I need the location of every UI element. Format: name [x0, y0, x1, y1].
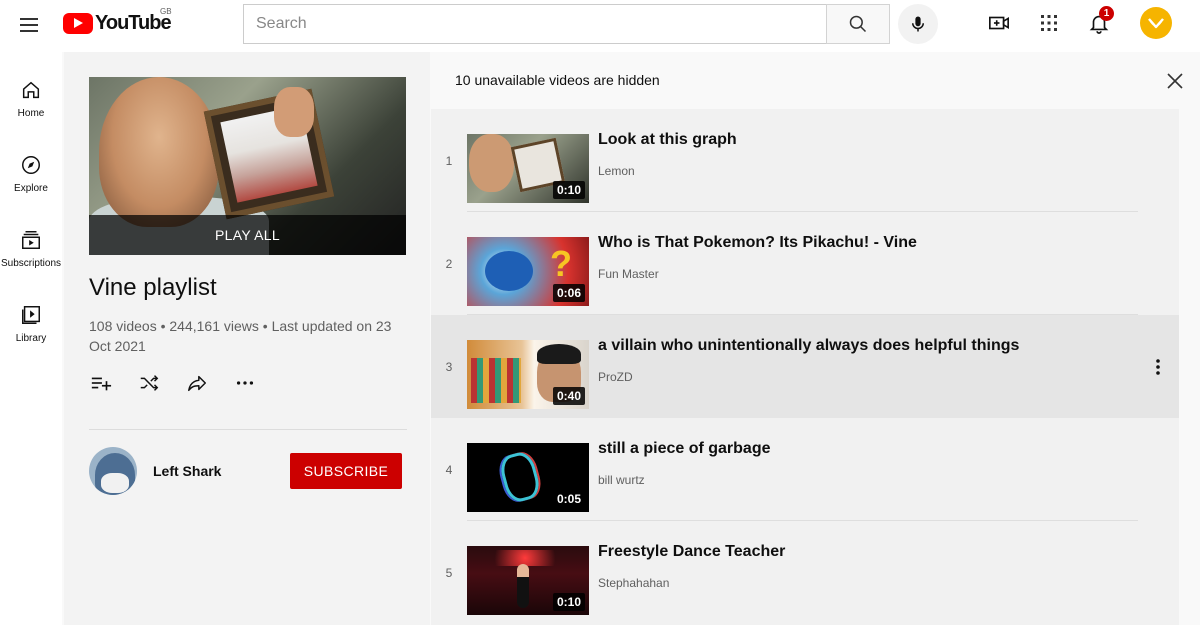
youtube-play-icon	[63, 12, 93, 34]
video-duration: 0:05	[552, 490, 585, 508]
guide-item-home[interactable]: Home	[0, 60, 62, 120]
thumbnail-image	[497, 449, 543, 505]
thumbnail-image	[485, 251, 533, 291]
divider	[89, 429, 407, 430]
thumbnail-image	[537, 344, 581, 364]
video-thumbnail[interactable]: 0:10	[467, 546, 589, 615]
guide-item-label: Subscriptions	[0, 258, 62, 269]
guide-item-explore[interactable]: Explore	[0, 135, 62, 195]
video-title[interactable]: Look at this graph	[598, 131, 737, 149]
video-title[interactable]: still a piece of garbage	[598, 440, 771, 458]
apps-grid-icon	[1041, 15, 1057, 31]
video-channel[interactable]: Fun Master	[598, 267, 659, 281]
playlist-video-list: 10 unavailable videos are hidden 1 0:10 …	[431, 52, 1200, 625]
video-index: 1	[445, 153, 453, 168]
guide-item-library[interactable]: Library	[0, 285, 62, 345]
home-icon	[19, 78, 43, 102]
video-title[interactable]: a villain who unintentionally always doe…	[598, 337, 1019, 355]
owner-name[interactable]: Left Shark	[153, 463, 221, 479]
notifications-button[interactable]: 1	[1086, 6, 1114, 36]
play-all-button[interactable]: PLAY ALL	[89, 215, 406, 255]
search-button[interactable]	[826, 4, 890, 44]
account-avatar-icon	[1148, 18, 1164, 29]
guide-item-subscriptions[interactable]: Subscriptions	[0, 210, 62, 270]
video-duration: 0:10	[552, 181, 585, 199]
owner-avatar[interactable]	[89, 447, 137, 495]
guide-item-label: Library	[15, 333, 47, 344]
playlist-video-row[interactable]: 4 0:05 still a piece of garbage bill wur…	[431, 418, 1179, 521]
close-icon	[1167, 73, 1183, 89]
video-channel[interactable]: Lemon	[598, 164, 635, 178]
thumbnail-image	[469, 134, 514, 192]
more-horizontal-icon	[236, 381, 254, 385]
add-to-queue-icon	[91, 377, 112, 391]
search-bar	[243, 4, 890, 44]
library-icon	[19, 303, 43, 327]
shuffle-icon	[140, 375, 159, 391]
video-channel[interactable]: Stephahahan	[598, 576, 669, 590]
subscribe-button[interactable]: SUBSCRIBE	[290, 453, 402, 489]
guide-item-label: Explore	[14, 183, 48, 194]
shuffle-button[interactable]	[137, 371, 161, 395]
video-list-body: 1 0:10 Look at this graph Lemon 2 ? 0:06…	[431, 109, 1179, 625]
thumbnail-image	[517, 564, 529, 608]
thumbnail-image	[99, 77, 219, 227]
video-menu-button[interactable]	[1148, 355, 1168, 379]
playlist-video-row[interactable]: 1 0:10 Look at this graph Lemon	[431, 109, 1179, 212]
playlist-video-row[interactable]: 3 0:40 a villain who unintentionally alw…	[431, 315, 1179, 418]
video-thumbnail[interactable]: ? 0:06	[467, 237, 589, 306]
playlist-title: Vine playlist	[89, 274, 217, 301]
search-input[interactable]	[243, 4, 826, 44]
save-playlist-button[interactable]	[89, 371, 113, 395]
video-index: 5	[445, 565, 453, 580]
shark-avatar-image	[101, 473, 129, 493]
video-index: 3	[445, 359, 453, 374]
guide-sidebar: Home Explore Subscriptions Library	[0, 52, 62, 625]
voice-search-button[interactable]	[898, 4, 938, 44]
video-thumbnail[interactable]: 0:10	[467, 134, 589, 203]
playlist-actions	[89, 370, 257, 396]
share-button[interactable]	[185, 371, 209, 395]
close-notice-button[interactable]	[1164, 70, 1186, 92]
create-video-icon	[989, 16, 1009, 30]
video-channel[interactable]: bill wurtz	[598, 473, 645, 487]
search-icon	[849, 15, 867, 33]
video-channel[interactable]: ProZD	[598, 370, 633, 384]
video-index: 2	[445, 256, 453, 271]
notification-badge: 1	[1099, 6, 1114, 21]
thumbnail-image: ?	[550, 243, 572, 284]
microphone-icon	[912, 16, 924, 32]
subscriptions-icon	[19, 228, 43, 252]
thumbnail-image	[274, 87, 314, 137]
video-duration: 0:06	[552, 284, 585, 302]
playlist-video-row[interactable]: 5 0:10 Freestyle Dance Teacher Stephahah…	[431, 521, 1179, 624]
playlist-thumbnail[interactable]: PLAY ALL	[89, 77, 406, 255]
video-thumbnail[interactable]: 0:05	[467, 443, 589, 512]
video-thumbnail[interactable]: 0:40	[467, 340, 589, 409]
video-duration: 0:10	[552, 593, 585, 611]
menu-icon[interactable]	[14, 10, 44, 40]
apps-button[interactable]	[1036, 10, 1062, 36]
thumbnail-image	[203, 88, 335, 220]
more-actions-button[interactable]	[233, 371, 257, 395]
account-avatar[interactable]	[1140, 7, 1172, 39]
compass-icon	[19, 153, 43, 177]
playlist-stats: 108 videos • 244,161 views • Last update…	[89, 318, 392, 354]
video-duration: 0:40	[552, 387, 585, 405]
playlist-sidebar: PLAY ALL Vine playlist 108 videos • 244,…	[64, 52, 430, 625]
thumbnail-image	[471, 358, 521, 403]
masthead: YouTube GB 1	[0, 0, 1200, 52]
video-index: 4	[445, 462, 453, 477]
logo-region: GB	[160, 7, 172, 16]
more-vertical-icon	[1156, 359, 1160, 375]
guide-item-label: Home	[17, 108, 45, 119]
playlist-video-row[interactable]: 2 ? 0:06 Who is That Pokemon? Its Pikach…	[431, 212, 1179, 315]
share-icon	[188, 375, 206, 392]
hidden-videos-notice: 10 unavailable videos are hidden	[455, 72, 660, 88]
youtube-logo[interactable]: YouTube GB	[63, 7, 172, 35]
video-title[interactable]: Freestyle Dance Teacher	[598, 543, 785, 561]
create-video-button[interactable]	[986, 10, 1012, 36]
video-title[interactable]: Who is That Pokemon? Its Pikachu! - Vine	[598, 234, 917, 252]
